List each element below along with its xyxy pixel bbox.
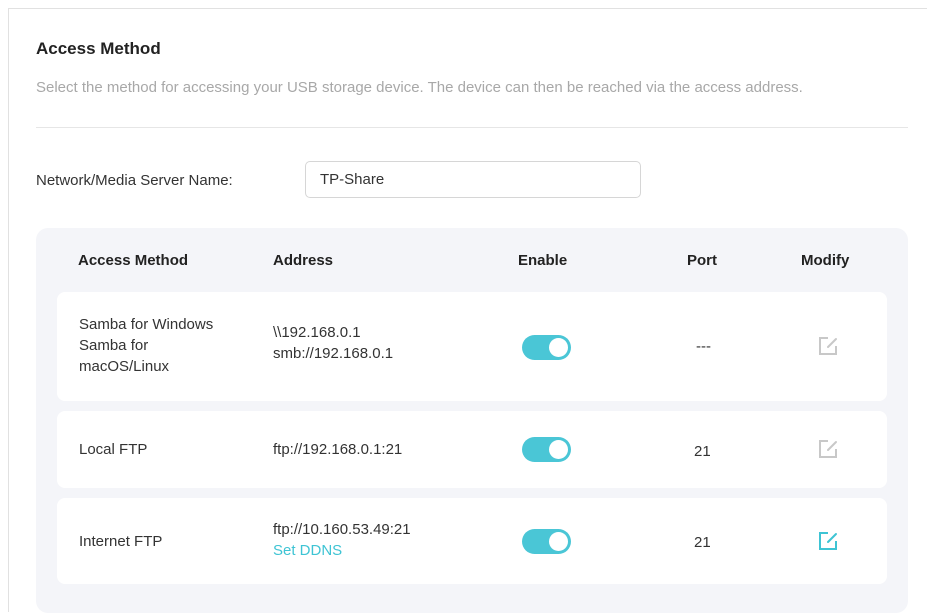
server-name-label: Network/Media Server Name: bbox=[36, 172, 233, 189]
address-line: \\192.168.0.1 bbox=[273, 324, 361, 341]
toggle-knob bbox=[549, 338, 568, 357]
toggle-knob bbox=[549, 532, 568, 551]
access-method-panel: Access Method Select the method for acce… bbox=[8, 8, 927, 613]
header-modify: Modify bbox=[801, 252, 850, 269]
enable-toggle[interactable] bbox=[522, 437, 571, 462]
toggle-knob bbox=[549, 440, 568, 459]
port-cell: 21 bbox=[694, 443, 711, 460]
edit-icon[interactable] bbox=[817, 335, 839, 357]
divider bbox=[36, 127, 908, 128]
address-line: ftp://10.160.53.49:21 bbox=[273, 521, 411, 538]
enable-toggle[interactable] bbox=[522, 335, 571, 360]
section-description: Select the method for accessing your USB… bbox=[36, 79, 803, 96]
address-line: smb://192.168.0.1 bbox=[273, 345, 394, 362]
access-method-table: Access Method Address Enable Port Modify… bbox=[36, 228, 908, 613]
server-name-input[interactable] bbox=[305, 161, 641, 198]
edit-icon[interactable] bbox=[817, 530, 839, 552]
address-cell: ftp://192.168.0.1:21 bbox=[273, 441, 403, 458]
section-title: Access Method bbox=[36, 39, 161, 58]
header-address: Address bbox=[273, 252, 334, 269]
header-access-method: Access Method bbox=[78, 252, 189, 269]
header-enable: Enable bbox=[518, 252, 568, 269]
table-row-samba: Samba for Windows Samba for macOS/Linux … bbox=[57, 292, 887, 401]
set-ddns-link[interactable]: Set DDNS bbox=[273, 540, 411, 561]
edit-icon[interactable] bbox=[817, 438, 839, 460]
port-cell: 21 bbox=[694, 534, 711, 551]
method-line: Samba for bbox=[79, 337, 149, 354]
method-cell: Samba for Windows Samba for macOS/Linux bbox=[79, 314, 213, 377]
method-line: macOS/Linux bbox=[79, 358, 170, 375]
port-cell: --- bbox=[696, 338, 711, 355]
method-cell: Internet FTP bbox=[79, 533, 163, 550]
method-cell: Local FTP bbox=[79, 441, 148, 458]
header-port: Port bbox=[687, 252, 717, 269]
address-cell: \\192.168.0.1 smb://192.168.0.1 bbox=[273, 322, 393, 364]
table-row-internet-ftp: Internet FTP ftp://10.160.53.49:21 Set D… bbox=[57, 498, 887, 584]
method-line: Samba for Windows bbox=[79, 316, 214, 333]
address-cell: ftp://10.160.53.49:21 Set DDNS bbox=[273, 519, 411, 561]
table-row-local-ftp: Local FTP ftp://192.168.0.1:21 21 bbox=[57, 411, 887, 488]
enable-toggle[interactable] bbox=[522, 529, 571, 554]
